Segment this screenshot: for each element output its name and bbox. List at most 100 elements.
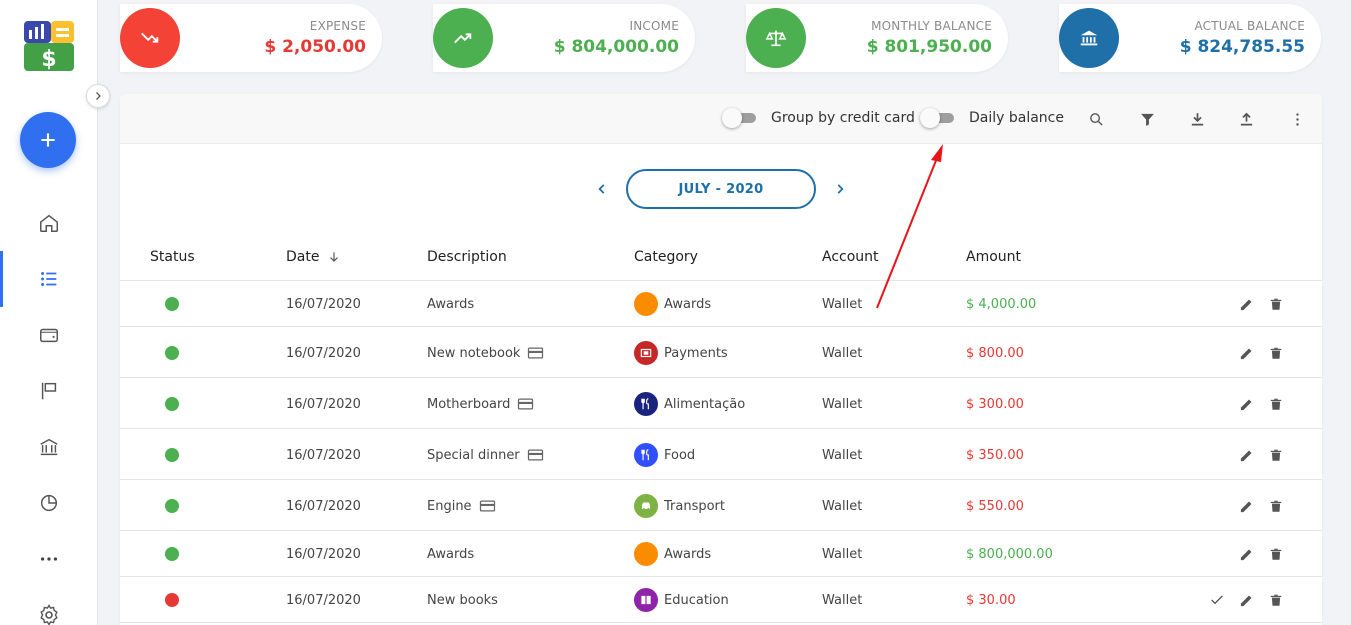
group-by-credit-card-label: Group by credit card	[771, 110, 915, 126]
arrow-down-icon	[330, 252, 339, 262]
table-row[interactable]: 16/07/2020 Awards Awards Wallet $ 4,000.00	[120, 281, 1322, 327]
pie-chart-icon	[40, 494, 58, 512]
table-row[interactable]: 16/07/2020 Engine Transport Wallet $ 550.00	[120, 480, 1322, 531]
more-vertical-icon	[1295, 112, 1299, 126]
description-text: Motherboard	[427, 396, 511, 412]
edit-button[interactable]	[1236, 496, 1256, 516]
check-icon	[1211, 595, 1223, 605]
upload-icon	[1240, 112, 1252, 126]
trending-down-icon	[120, 8, 180, 68]
delete-button[interactable]	[1266, 294, 1286, 314]
group-by-credit-card-toggle[interactable]	[722, 108, 758, 128]
more-options-button[interactable]	[1285, 107, 1309, 131]
sidebar: $	[0, 0, 110, 625]
category-payments-icon	[634, 341, 658, 365]
edit-button[interactable]	[1236, 590, 1256, 610]
search-button[interactable]	[1084, 107, 1108, 131]
date-cell: 16/07/2020	[286, 396, 361, 412]
header-description[interactable]: Description	[427, 249, 507, 265]
header-date-label: Date	[286, 249, 320, 265]
header-account[interactable]: Account	[822, 249, 879, 265]
table-row[interactable]: 16/07/2020 Special dinner Food Wallet $ 350.…	[120, 429, 1322, 480]
date-cell: 16/07/2020	[286, 447, 361, 463]
category-education-icon	[634, 588, 658, 612]
previous-month-button[interactable]	[591, 178, 613, 200]
month-selector[interactable]: JULY - 2020	[626, 169, 816, 209]
delete-button[interactable]	[1266, 590, 1286, 610]
edit-button[interactable]	[1236, 445, 1256, 465]
header-category[interactable]: Category	[634, 249, 698, 265]
home-icon	[40, 214, 58, 232]
sidebar-expand-button[interactable]	[86, 84, 110, 108]
delete-button[interactable]	[1266, 496, 1286, 516]
next-month-button[interactable]	[829, 178, 851, 200]
status-indicator[interactable]	[165, 297, 179, 311]
transactions-panel: Group by credit card Daily balance JULY …	[120, 94, 1322, 625]
download-button[interactable]	[1185, 107, 1209, 131]
description-text: New books	[427, 592, 498, 608]
upload-button[interactable]	[1234, 107, 1258, 131]
category-text: Awards	[664, 296, 712, 312]
sidebar-item-wallet[interactable]	[0, 307, 98, 363]
app-logo[interactable]: $	[24, 21, 74, 72]
table-row[interactable]: 16/07/2020 New notebook Payments Wallet $ 80…	[120, 327, 1322, 378]
download-icon	[1191, 112, 1203, 126]
status-indicator[interactable]	[165, 593, 179, 607]
sidebar-item-goals[interactable]	[0, 363, 98, 419]
category-text: Education	[664, 592, 729, 608]
table-row[interactable]: 16/07/2020 New books Education Wallet $ 30.0…	[120, 577, 1322, 623]
delete-button[interactable]	[1266, 445, 1286, 465]
description-text: Awards	[427, 296, 475, 312]
svg-text:$: $	[41, 47, 56, 71]
sidebar-item-reports[interactable]	[0, 475, 98, 531]
edit-button[interactable]	[1236, 394, 1256, 414]
delete-button[interactable]	[1266, 544, 1286, 564]
daily-balance-toggle[interactable]	[920, 108, 956, 128]
status-indicator[interactable]	[165, 346, 179, 360]
delete-button[interactable]	[1266, 394, 1286, 414]
actual-balance-value: $ 824,785.55	[1179, 37, 1305, 57]
category-text: Awards	[664, 546, 712, 562]
filter-button[interactable]	[1135, 107, 1159, 131]
sidebar-item-more[interactable]	[0, 531, 98, 587]
mark-paid-button[interactable]	[1207, 590, 1227, 610]
toolbar: Group by credit card Daily balance	[120, 94, 1322, 144]
category-cell: Payments	[634, 341, 728, 365]
status-indicator[interactable]	[165, 499, 179, 513]
category-text: Payments	[664, 345, 728, 361]
actual-balance-card: ACTUAL BALANCE $ 824,785.55	[1059, 4, 1321, 72]
delete-button[interactable]	[1266, 343, 1286, 363]
edit-button[interactable]	[1236, 544, 1256, 564]
add-transaction-button[interactable]	[20, 112, 76, 168]
table-row[interactable]: 16/07/2020 Awards Awards Wallet $ 800,000.00	[120, 531, 1322, 577]
category-awards-icon	[634, 292, 658, 316]
pencil-icon	[1240, 399, 1251, 410]
status-indicator[interactable]	[165, 547, 179, 561]
pencil-icon	[1240, 595, 1251, 606]
income-label: INCOME	[629, 19, 679, 33]
gear-icon	[40, 604, 58, 625]
pencil-icon	[1240, 299, 1251, 310]
description-cell: New books	[427, 590, 498, 610]
status-indicator[interactable]	[165, 397, 179, 411]
table-row[interactable]: 16/07/2020 Motherboard Alimentação Wallet $ …	[120, 378, 1322, 429]
sidebar-item-settings[interactable]	[0, 587, 98, 625]
header-amount[interactable]: Amount	[966, 249, 1021, 265]
status-indicator[interactable]	[165, 448, 179, 462]
sidebar-item-accounts[interactable]	[0, 419, 98, 475]
description-text: Awards	[427, 546, 475, 562]
chevron-right-icon	[96, 92, 101, 100]
edit-button[interactable]	[1236, 294, 1256, 314]
trash-icon	[1270, 298, 1282, 310]
sidebar-item-transactions[interactable]	[0, 251, 98, 307]
account-cell: Wallet	[822, 498, 863, 514]
list-icon	[41, 272, 57, 286]
credit-card-icon	[479, 499, 496, 513]
sidebar-item-home[interactable]	[0, 195, 98, 251]
header-date[interactable]: Date	[286, 249, 341, 265]
trash-icon	[1270, 548, 1282, 560]
monthly-balance-value: $ 801,950.00	[866, 37, 992, 57]
edit-button[interactable]	[1236, 343, 1256, 363]
wallet-icon	[40, 328, 58, 343]
header-status[interactable]: Status	[150, 249, 195, 265]
